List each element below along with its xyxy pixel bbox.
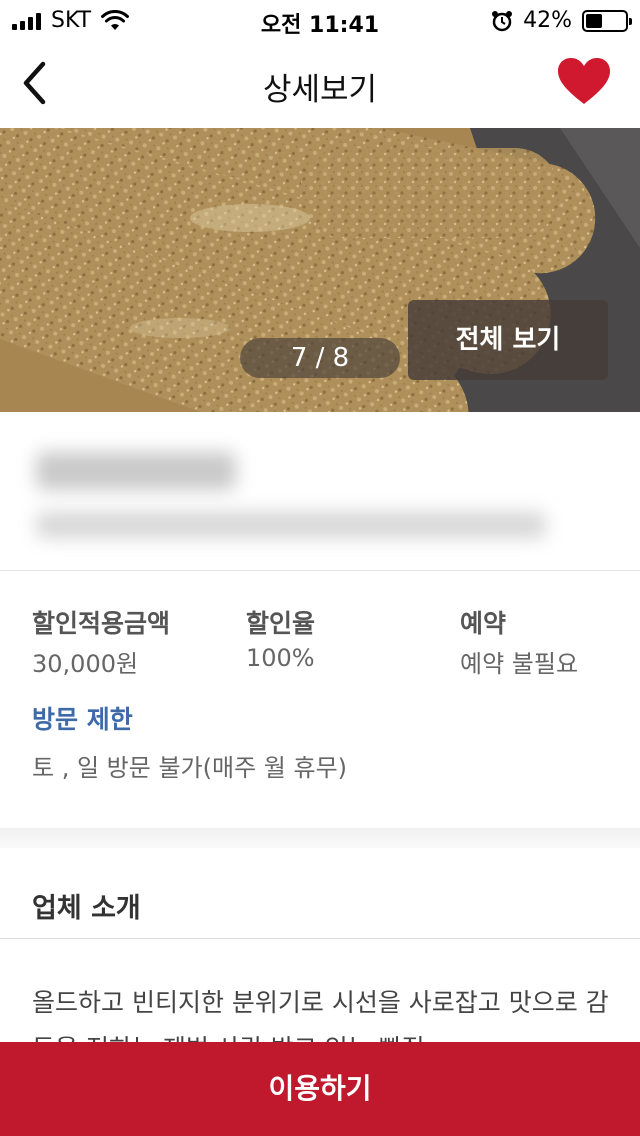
discount-amount-value: 30,000원 bbox=[32, 650, 139, 678]
heart-icon bbox=[558, 58, 610, 104]
store-name-blurred bbox=[0, 412, 640, 570]
discount-rate-label: 할인율 bbox=[246, 609, 316, 638]
image-counter: 7 / 8 bbox=[240, 338, 400, 378]
alarm-icon bbox=[492, 10, 513, 31]
visit-restriction-label: 방문 제한 bbox=[32, 705, 133, 734]
use-button[interactable]: 이용하기 bbox=[0, 1042, 640, 1136]
detail-page: SKT 오전 11:41 42% 상세보기 7 / 8 전체 보기 할인적용금액… bbox=[0, 0, 640, 1136]
reservation-label: 예약 bbox=[460, 609, 507, 638]
view-all-button[interactable]: 전체 보기 bbox=[408, 300, 608, 380]
intro-title: 업체 소개 bbox=[32, 893, 141, 924]
nav-header: 상세보기 bbox=[0, 40, 640, 128]
status-bar: SKT 오전 11:41 42% bbox=[0, 0, 640, 40]
divider bbox=[0, 570, 640, 571]
discount-rate-value: 100% bbox=[246, 644, 315, 672]
status-right: 42% bbox=[491, 8, 632, 33]
favorite-button[interactable] bbox=[556, 56, 612, 108]
battery-percent: 42% bbox=[523, 8, 572, 33]
divider bbox=[0, 938, 640, 939]
visit-restriction-value: 토 , 일 방문 불가(매주 월 휴무) bbox=[32, 754, 348, 782]
battery-icon bbox=[582, 9, 632, 32]
page-title: 상세보기 bbox=[262, 72, 378, 108]
reservation-value: 예약 불필요 bbox=[460, 650, 579, 678]
section-separator bbox=[0, 828, 640, 848]
discount-amount-label: 할인적용금액 bbox=[32, 609, 171, 638]
